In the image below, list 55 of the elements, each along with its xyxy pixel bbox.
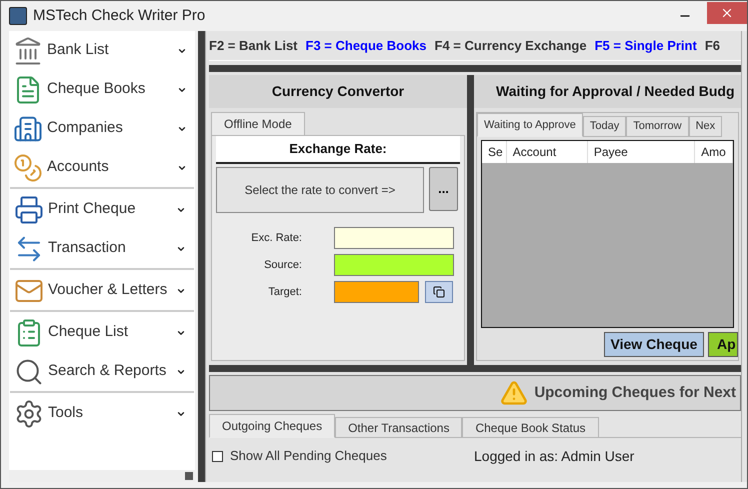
panel-header: Waiting for Approval / Needed Budg bbox=[474, 75, 741, 108]
tab[interactable]: Today bbox=[582, 116, 626, 137]
status-text: Logged in as: Admin User bbox=[474, 446, 634, 466]
action-button[interactable]: View Cheque bbox=[604, 332, 704, 356]
shortcut-label: F3 = Cheque Books bbox=[306, 36, 426, 55]
column-header[interactable]: Account bbox=[506, 141, 588, 163]
tab[interactable]: Waiting to Approve bbox=[477, 113, 583, 137]
shortcut-label: F4 = Currency Exchange bbox=[434, 36, 587, 55]
sidebar-item[interactable]: Voucher & Letters bbox=[12, 271, 192, 310]
sidebar-item[interactable]: Cheque Books bbox=[11, 70, 193, 109]
field-label: Exc. Rate: bbox=[250, 230, 303, 246]
action-button[interactable]: Ap bbox=[708, 332, 738, 356]
window-title: MSTech Check Writer Pro bbox=[33, 6, 206, 26]
tab[interactable]: Cheque Book Status bbox=[462, 417, 599, 438]
checkbox-label: Show All Pending Cheques bbox=[230, 447, 388, 466]
input-field[interactable] bbox=[334, 254, 454, 276]
section-heading: Exchange Rate: bbox=[216, 136, 460, 164]
sidebar-item[interactable]: Companies bbox=[11, 109, 193, 148]
column-header[interactable]: Se bbox=[482, 141, 507, 163]
sidebar-item[interactable]: Tools bbox=[12, 394, 192, 433]
panel-header: Currency Convertor bbox=[209, 75, 467, 108]
sidebar-item[interactable]: Bank List bbox=[11, 31, 193, 70]
copy-button[interactable] bbox=[425, 281, 453, 303]
select-rate-button[interactable]: Select the rate to convert => bbox=[216, 167, 424, 213]
sidebar-item[interactable]: Cheque List bbox=[12, 313, 192, 352]
field-label: Source: bbox=[263, 258, 303, 273]
copy-icon bbox=[433, 286, 445, 298]
warning-icon bbox=[500, 379, 528, 407]
column-header[interactable]: Amo bbox=[695, 141, 733, 163]
tab[interactable]: Tomorrow bbox=[626, 116, 689, 137]
tab[interactable]: Offline Mode bbox=[211, 112, 305, 136]
app-icon bbox=[9, 7, 27, 25]
sidebar-item[interactable]: Print Cheque bbox=[12, 190, 192, 229]
shortcut-label: F5 = Single Print bbox=[594, 36, 697, 55]
more-button[interactable]: ... bbox=[429, 167, 458, 211]
input-field[interactable] bbox=[334, 281, 419, 303]
tab[interactable]: Other Transactions bbox=[335, 417, 462, 438]
tab[interactable]: Outgoing Cheques bbox=[209, 414, 336, 438]
coins-icon bbox=[13, 152, 43, 182]
printer-icon bbox=[14, 194, 44, 224]
sidebar-item[interactable]: Search & Reports bbox=[12, 352, 192, 391]
shortcut-label: F2 = Bank List bbox=[209, 36, 298, 55]
field-label: Target: bbox=[267, 284, 303, 300]
banner-title: Upcoming Cheques for Next bbox=[534, 382, 736, 403]
bank-icon bbox=[13, 36, 43, 66]
close-button[interactable] bbox=[707, 2, 747, 24]
column-header[interactable]: Payee bbox=[588, 141, 696, 163]
input-field[interactable] bbox=[334, 227, 454, 249]
settings-icon bbox=[14, 398, 44, 428]
close-icon bbox=[720, 6, 734, 20]
checkbox[interactable] bbox=[212, 450, 223, 462]
sidebar-item[interactable]: Transaction bbox=[12, 229, 192, 268]
sidebar-item[interactable]: Accounts bbox=[11, 148, 193, 187]
shortcut-label: F6 bbox=[704, 36, 720, 55]
tab[interactable]: Nex bbox=[688, 116, 722, 137]
